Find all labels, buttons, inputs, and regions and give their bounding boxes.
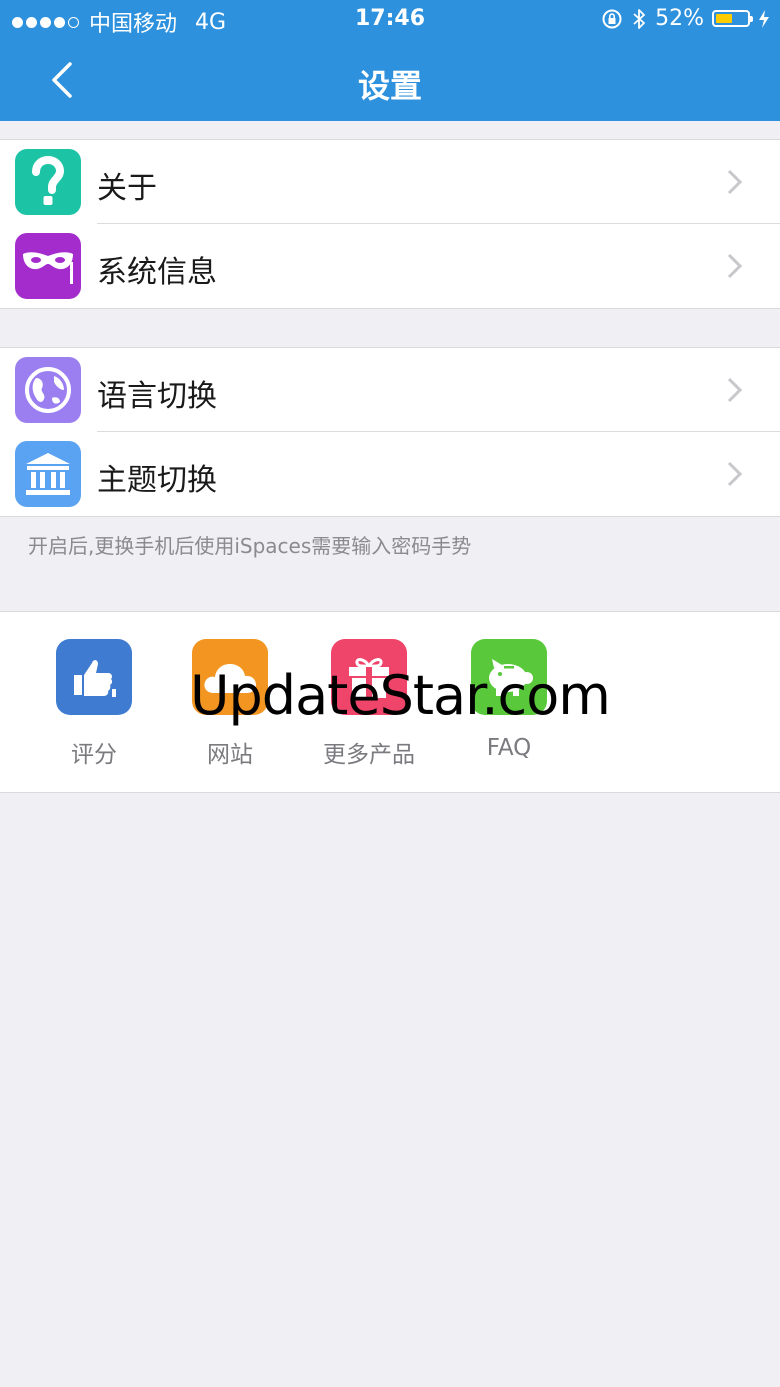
battery-fill (716, 14, 732, 23)
museum-icon (15, 441, 81, 507)
question-icon (15, 149, 81, 215)
app-label: 评分 (71, 742, 117, 768)
battery-icon (712, 10, 753, 27)
settings-item-label: 语言切换 (97, 379, 217, 414)
charging-icon (759, 9, 769, 28)
nav-bar: 设置 (0, 40, 780, 121)
thumbs-up-icon (56, 639, 132, 715)
page-title: 设置 (357, 67, 422, 105)
chevron-right-icon (727, 169, 743, 195)
watermark: UpdateStar.com (190, 664, 611, 727)
battery-percent: 52% (655, 6, 704, 31)
status-right: 52% (601, 6, 770, 31)
settings-note: 开启后,更换手机后使用iSpaces需要输入密码手势 (28, 534, 472, 558)
settings-item-system-info[interactable]: 系统信息 (0, 224, 780, 308)
bluetooth-icon (633, 8, 645, 29)
app-label: 更多产品 (323, 742, 415, 768)
chevron-right-icon (727, 377, 743, 403)
settings-group-appearance: 语言切换 主题切换 (0, 347, 780, 517)
settings-item-about[interactable]: 关于 (0, 140, 780, 224)
chevron-right-icon (727, 461, 743, 487)
settings-item-language[interactable]: 语言切换 (0, 348, 780, 432)
settings-item-label: 关于 (97, 171, 157, 206)
app-label: FAQ (486, 735, 532, 761)
app-rate[interactable]: 评分 (24, 639, 164, 769)
settings-item-label: 主题切换 (97, 463, 217, 498)
settings-group-general: 关于 系统信息 (0, 139, 780, 309)
status-bar: 中国移动 4G 17:46 52% (0, 0, 780, 40)
settings-item-label: 系统信息 (97, 255, 217, 290)
mask-icon (15, 233, 81, 299)
settings-item-theme[interactable]: 主题切换 (0, 432, 780, 516)
globe-icon (15, 357, 81, 423)
chevron-right-icon (727, 253, 743, 279)
orientation-lock-icon (602, 9, 622, 28)
app-label: 网站 (207, 742, 253, 768)
